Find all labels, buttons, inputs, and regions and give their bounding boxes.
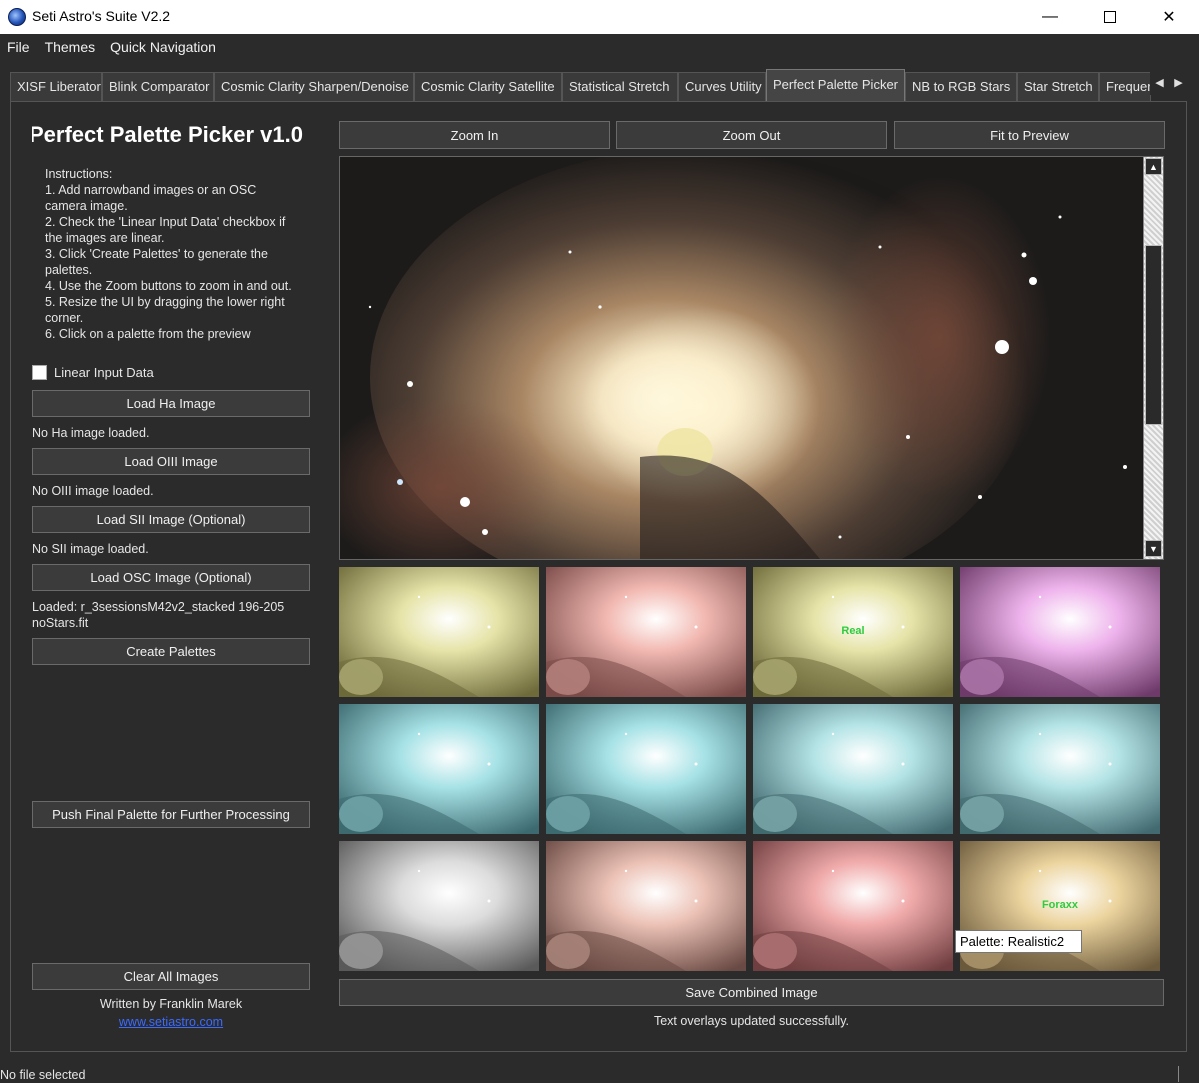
- palette-thumbnail-image: [546, 841, 746, 971]
- scroll-up-icon[interactable]: ▲: [1145, 158, 1162, 175]
- instructions-box: Instructions: 1. Add narrowband images o…: [32, 160, 310, 343]
- palette-thumbnail[interactable]: [339, 841, 539, 971]
- status-bar-text: No file selected: [0, 1068, 86, 1082]
- palette-thumbnail-image: [960, 567, 1160, 697]
- palette-thumbnail[interactable]: [339, 704, 539, 834]
- close-button[interactable]: ✕: [1139, 0, 1199, 34]
- palette-thumbnail[interactable]: [753, 841, 953, 971]
- preview-vertical-scrollbar[interactable]: ▲ ▼: [1143, 157, 1163, 559]
- status-bar-grip: [1178, 1066, 1179, 1082]
- push-final-palette-button[interactable]: Push Final Palette for Further Processin…: [32, 801, 310, 828]
- tab-cosmic-clarity-satellite[interactable]: Cosmic Clarity Satellite: [414, 72, 562, 101]
- load-oiii-button[interactable]: Load OIII Image: [32, 448, 310, 475]
- tab-star-stretch[interactable]: Star Stretch: [1017, 72, 1099, 101]
- instructions-line: 5. Resize the UI by dragging the lower r…: [45, 295, 289, 325]
- sii-status: No SII image loaded.: [32, 542, 149, 556]
- palette-thumbnail-label: Real: [841, 625, 865, 637]
- title-bar: Seti Astro's Suite V2.2 — ✕: [0, 0, 1199, 34]
- palette-thumbnail[interactable]: [753, 704, 953, 834]
- tab-cosmic-clarity-sharpen[interactable]: Cosmic Clarity Sharpen/Denoise: [214, 72, 414, 101]
- maximize-button[interactable]: [1080, 0, 1140, 34]
- palette-thumbnail[interactable]: Real: [753, 567, 953, 697]
- scroll-thumb[interactable]: [1145, 245, 1162, 425]
- clear-all-images-button[interactable]: Clear All Images: [32, 963, 310, 990]
- app-logo-icon: [8, 8, 26, 26]
- image-preview[interactable]: ▲ ▼: [339, 156, 1164, 560]
- oiii-status: No OIII image loaded.: [32, 484, 154, 498]
- instructions-line: 3. Click 'Create Palettes' to generate t…: [45, 247, 272, 277]
- osc-status: Loaded: r_3sessionsM42v2_stacked 196-205…: [32, 600, 285, 630]
- tab-frequency[interactable]: Frequer: [1099, 72, 1151, 101]
- palette-thumbnail-image: [753, 841, 953, 971]
- instructions-line: Instructions:: [45, 167, 113, 181]
- load-osc-button[interactable]: Load OSC Image (Optional): [32, 564, 310, 591]
- palette-thumbnail[interactable]: [960, 704, 1160, 834]
- load-sii-button[interactable]: Load SII Image (Optional): [32, 506, 310, 533]
- menu-themes[interactable]: Themes: [38, 34, 104, 60]
- instructions-line: 1. Add narrowband images or an OSC camer…: [45, 183, 260, 213]
- tab-scroll-left-icon[interactable]: ◀: [1150, 69, 1169, 95]
- menu-quick-navigation[interactable]: Quick Navigation: [103, 34, 224, 60]
- menu-bar: File Themes Quick Navigation: [0, 34, 1199, 60]
- instructions-line: 6. Click on a palette from the preview: [45, 327, 251, 341]
- tool-title: Perfect Palette Picker v1.0: [32, 122, 303, 147]
- tab-nb-to-rgb-stars[interactable]: NB to RGB Stars: [905, 72, 1017, 101]
- palette-thumbnail[interactable]: [546, 567, 746, 697]
- palette-thumbnail-image: [546, 704, 746, 834]
- palette-thumbnail-image: [339, 567, 539, 697]
- palette-thumbnail[interactable]: [339, 567, 539, 697]
- palette-thumbnail-image: [339, 841, 539, 971]
- palette-thumbnail-image: [753, 704, 953, 834]
- zoom-in-button[interactable]: Zoom In: [339, 121, 610, 149]
- linear-input-label: Linear Input Data: [54, 364, 154, 380]
- palette-thumbnail[interactable]: [960, 567, 1160, 697]
- tab-blink-comparator[interactable]: Blink Comparator: [102, 72, 214, 101]
- palette-thumbnail-image: [960, 704, 1160, 834]
- scroll-down-icon[interactable]: ▼: [1145, 540, 1162, 557]
- create-palettes-button[interactable]: Create Palettes: [32, 638, 310, 665]
- tab-scroll-right-icon[interactable]: ▶: [1169, 69, 1188, 95]
- author-credit: Written by Franklin Marek: [99, 997, 243, 1011]
- tab-perfect-palette-picker[interactable]: Perfect Palette Picker: [766, 69, 905, 101]
- palette-thumbnail-image: [546, 567, 746, 697]
- tab-statistical-stretch[interactable]: Statistical Stretch: [562, 72, 678, 101]
- website-link[interactable]: www.setiastro.com: [32, 1015, 310, 1029]
- palette-thumbnail[interactable]: [546, 841, 746, 971]
- instructions-line: 2. Check the 'Linear Input Data' checkbo…: [45, 215, 289, 245]
- palette-thumbnail[interactable]: [546, 704, 746, 834]
- palette-tooltip: Palette: Realistic2: [955, 930, 1082, 953]
- ha-status: No Ha image loaded.: [32, 426, 150, 440]
- load-ha-button[interactable]: Load Ha Image: [32, 390, 310, 417]
- instructions-line: 4. Use the Zoom buttons to zoom in and o…: [45, 279, 292, 293]
- tab-bar: XISF Liberator Blink Comparator Cosmic C…: [0, 69, 1199, 101]
- nebula-preview-image: [340, 157, 1142, 559]
- palette-thumbnail-image: [339, 704, 539, 834]
- palette-thumbnail-label: Foraxx: [1041, 899, 1079, 911]
- window-title: Seti Astro's Suite V2.2: [32, 8, 171, 24]
- tab-curves-utility[interactable]: Curves Utility: [678, 72, 766, 101]
- tab-scroll-buttons: ◀ ▶: [1150, 69, 1188, 99]
- overlay-status-text: Text overlays updated successfully.: [653, 1014, 849, 1028]
- maximize-icon: [1104, 11, 1116, 23]
- status-bar: No file selected: [0, 1064, 1199, 1083]
- menu-file[interactable]: File: [0, 34, 38, 60]
- linear-input-checkbox[interactable]: [32, 364, 47, 380]
- tab-xisf-liberator[interactable]: XISF Liberator: [10, 72, 102, 101]
- linear-input-row: Linear Input Data: [32, 363, 154, 381]
- save-combined-image-button[interactable]: Save Combined Image: [339, 979, 1164, 1006]
- zoom-out-button[interactable]: Zoom Out: [616, 121, 887, 149]
- minimize-button[interactable]: —: [1020, 0, 1080, 34]
- fit-to-preview-button[interactable]: Fit to Preview: [894, 121, 1165, 149]
